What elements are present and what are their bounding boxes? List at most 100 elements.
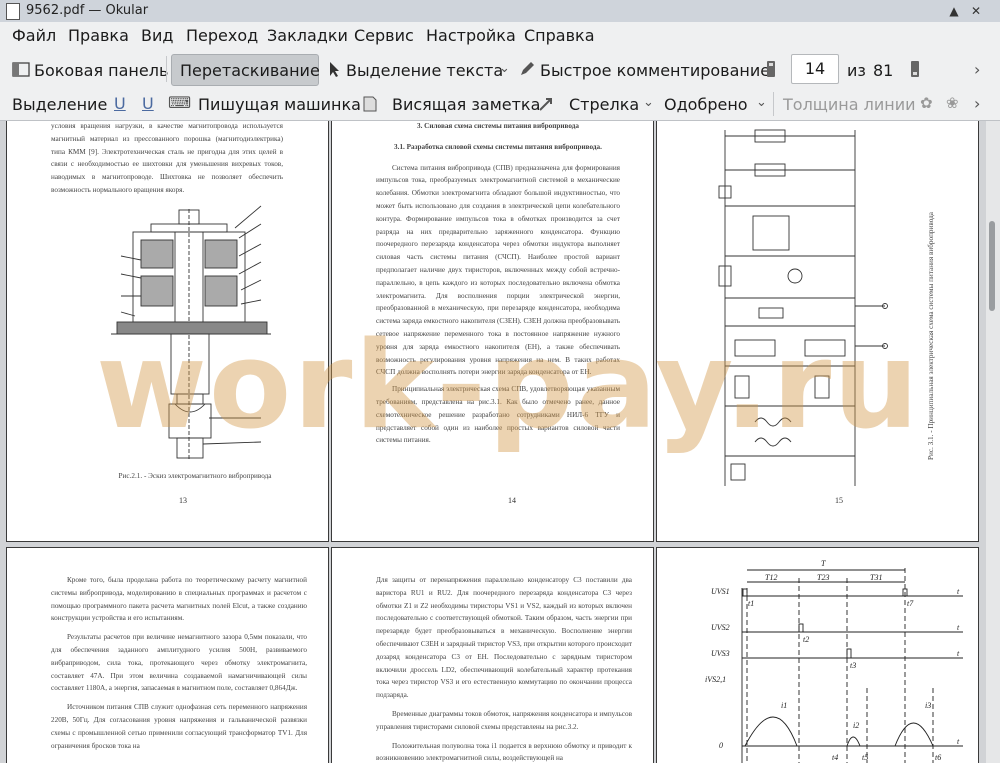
timing-diagram: T T12 T23 T31 UVS1 UVS2 UVS3 iVS2,1 t t …	[705, 559, 963, 763]
page-13: условия вращения нагрузки, в качестве ма…	[6, 121, 329, 542]
typewriter-button[interactable]: Пишущая машинка	[198, 95, 361, 114]
page-14-text: 3. Силовая схема системы питания вибропр…	[376, 121, 620, 447]
t31-label: T31	[870, 573, 882, 582]
page-14: 3. Силовая схема системы питания вибропр…	[331, 121, 654, 542]
t12-label: T12	[765, 573, 777, 582]
i2-label: i2	[853, 721, 859, 730]
page-13-caption: Рис.2.1. - Эскиз электромагнитного вибро…	[118, 472, 272, 480]
page-17: Для защиты от перенапряжения параллельно…	[331, 547, 654, 763]
text-cursor-icon	[330, 62, 339, 77]
uvs2-label: UVS2	[711, 623, 730, 632]
paragraph: Положительная полуволна тока i1 подается…	[376, 741, 632, 763]
chevron-down-icon[interactable]: ⌄	[499, 61, 510, 76]
t3-label: t3	[850, 661, 856, 670]
page-15-caption: Рис. 3.1. - Принципиальная электрическая…	[927, 212, 935, 460]
menu-edit[interactable]: Правка	[68, 26, 129, 45]
menu-go[interactable]: Переход	[186, 26, 258, 45]
schematic-diagram	[718, 129, 888, 486]
t-axis-label: t	[957, 649, 960, 658]
close-window-button[interactable]: ✕	[968, 3, 984, 19]
page-number: 14	[508, 496, 516, 505]
text-select-button[interactable]: Выделение текста	[346, 61, 503, 80]
t4-label: t4	[832, 753, 838, 762]
menu-bar: Файл Правка Вид Переход Закладки Сервис …	[0, 22, 1000, 50]
page-of-label: из	[847, 61, 866, 80]
page-number: 13	[179, 496, 187, 505]
squiggle-icon[interactable]: U	[142, 94, 154, 113]
shade-window-icon[interactable]: ▲	[946, 3, 962, 19]
chevron-down-icon[interactable]: ⌄	[643, 95, 654, 110]
toolbar-overflow-icon[interactable]: ›	[974, 94, 980, 113]
page-17-text: Для защиты от перенапряжения параллельно…	[376, 574, 632, 763]
okular-app-icon	[6, 3, 20, 20]
t5-label: t5	[862, 753, 868, 762]
menu-tools[interactable]: Сервис	[354, 26, 414, 45]
t7-label: t7	[907, 599, 914, 608]
menu-file[interactable]: Файл	[12, 26, 56, 45]
toolbar-overflow-icon[interactable]: ›	[974, 60, 980, 79]
quick-annotations-button[interactable]: Быстрое комментирование	[540, 61, 770, 80]
menu-view[interactable]: Вид	[141, 26, 173, 45]
paragraph: Система питания вибропривода (СПВ) предн…	[376, 163, 620, 377]
paragraph: Временные диаграммы токов обмоток, напря…	[376, 709, 632, 731]
page-number: 15	[835, 496, 843, 505]
paragraph: Принципиальная электрическая схема СПВ, …	[376, 385, 620, 445]
paragraph: Для защиты от перенапряжения параллельно…	[376, 576, 632, 700]
uvs1-label: UVS1	[711, 587, 730, 596]
page-number-input[interactable]: 14	[791, 54, 839, 84]
t6-label: t6	[935, 753, 941, 762]
annotation-toolbar: Выделение U U ⌨ Пишущая машинка Висящая …	[0, 88, 1000, 121]
t-axis-label: t	[957, 587, 960, 596]
menu-help[interactable]: Справка	[524, 26, 595, 45]
i3-label: i3	[925, 701, 931, 710]
line-width-button[interactable]: Толщина линии	[783, 95, 916, 114]
highlight-button[interactable]: Выделение	[12, 95, 107, 114]
zero-label: 0	[719, 741, 723, 750]
note-icon	[363, 96, 377, 112]
page-15: Рис. 3.1. - Принципиальная электрическая…	[656, 121, 979, 542]
sidebar-icon	[12, 62, 30, 77]
opacity-icon[interactable]: ❀	[946, 94, 959, 112]
color-icon[interactable]: ✿	[920, 94, 933, 112]
total-pages-label: 81	[873, 61, 894, 80]
stamp-approved-button[interactable]: Одобрено	[664, 95, 748, 114]
ivs-label: iVS2,1	[705, 675, 726, 684]
typewriter-icon: ⌨	[168, 93, 192, 112]
section-heading: 3. Силовая схема системы питания вибропр…	[416, 122, 579, 130]
arrow-tool-icon	[539, 98, 552, 111]
paragraph: Кроме того, была проделана работа по тео…	[51, 576, 307, 623]
underline-icon[interactable]: U	[114, 94, 126, 113]
vertical-scrollbar[interactable]	[986, 121, 1000, 763]
vibrator-sketch-drawing	[111, 205, 271, 459]
toolbar-separator	[773, 92, 774, 116]
t-axis-label: t	[957, 737, 960, 746]
t-axis-label: t	[957, 623, 960, 632]
window-title: 9562.pdf — Okular	[26, 3, 149, 18]
scrollbar-thumb[interactable]	[989, 221, 995, 311]
popup-note-button[interactable]: Висящая заметка	[392, 95, 540, 114]
period-label: T	[821, 559, 826, 568]
pen-icon	[521, 62, 534, 75]
t2-label: t2	[803, 635, 809, 644]
browse-tool-label: Перетаскивание	[180, 61, 320, 80]
chevron-down-icon[interactable]: ⌄	[756, 95, 767, 110]
page-13-text: условия вращения нагрузки, в качестве ма…	[51, 122, 283, 194]
menu-settings[interactable]: Настройка	[426, 26, 516, 45]
arrow-tool-button[interactable]: Стрелка	[569, 95, 639, 114]
next-page-icon[interactable]	[910, 60, 920, 78]
menu-bookmarks[interactable]: Закладки	[267, 26, 348, 45]
previous-page-icon[interactable]	[766, 60, 776, 78]
page-16: Кроме того, была проделана работа по тео…	[6, 547, 329, 763]
t1-label: t1	[748, 599, 754, 608]
paragraph: Результаты расчетов при величине немагни…	[51, 633, 307, 693]
uvs3-label: UVS3	[711, 649, 730, 658]
i1-label: i1	[781, 701, 787, 710]
subsection-heading: 3.1. Разработка силовой схемы системы пи…	[394, 142, 602, 151]
t23-label: T23	[817, 573, 829, 582]
toolbar-separator	[166, 56, 167, 82]
document-viewport[interactable]: условия вращения нагрузки, в качестве ма…	[0, 121, 1000, 763]
paragraph: Источником питания СПВ служит однофазная…	[51, 703, 307, 750]
title-bar: 9562.pdf — Okular ▲ ✕	[0, 0, 1000, 23]
sidebar-toggle-button[interactable]: Боковая панель	[34, 61, 168, 80]
page-16-text: Кроме того, была проделана работа по тео…	[51, 574, 307, 752]
